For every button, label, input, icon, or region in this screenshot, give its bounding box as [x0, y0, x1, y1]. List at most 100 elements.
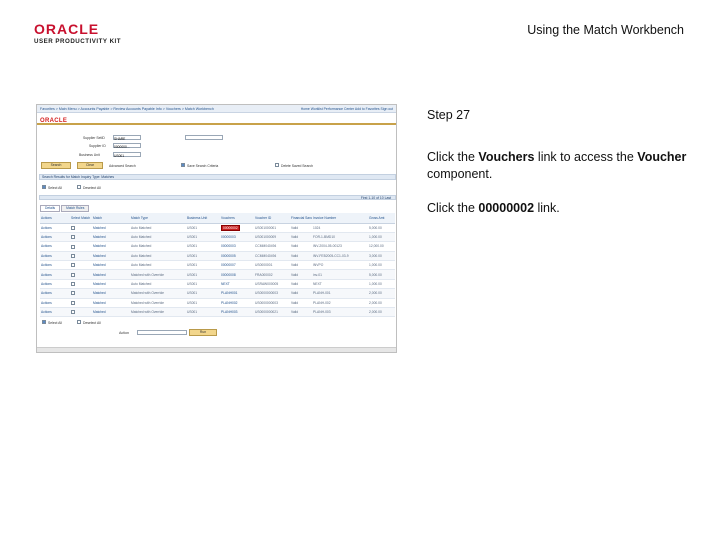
match-link[interactable]: Matched	[92, 260, 130, 271]
col-fin-sanctions[interactable]: Financial Sanctions Status	[290, 213, 312, 224]
actions-link[interactable]: Actions	[40, 307, 70, 318]
gross-amt: 1,000.00	[368, 279, 395, 290]
col-actions[interactable]: Actions	[40, 213, 70, 224]
voucher-link[interactable]: NEXT	[220, 279, 254, 290]
match-link[interactable]: Matched	[92, 223, 130, 233]
row-checkbox[interactable]	[71, 282, 75, 287]
select-match-checkbox[interactable]	[70, 269, 92, 280]
select-match-checkbox[interactable]	[70, 241, 92, 252]
col-vouchers[interactable]: Vouchers	[220, 213, 254, 224]
grid-pager[interactable]: First 1-10 of 10 Last	[361, 196, 391, 200]
action-dropdown[interactable]	[137, 330, 187, 335]
match-link[interactable]: Matched	[92, 251, 130, 262]
logo-subtitle: USER PRODUCTIVITY KIT	[34, 38, 122, 45]
select-match-checkbox[interactable]	[70, 251, 92, 262]
row-checkbox[interactable]	[71, 263, 75, 268]
actions-link[interactable]: Actions	[40, 288, 70, 299]
invoice-number: INV-2004-05-00123	[312, 241, 368, 252]
match-link[interactable]: Matched	[92, 298, 130, 309]
actions-link[interactable]: Actions	[40, 279, 70, 290]
supplier-id-input[interactable]: 0000000...	[113, 143, 141, 149]
match-type: Auto Matched	[130, 223, 186, 233]
select-match-checkbox[interactable]	[70, 260, 92, 271]
match-link[interactable]: Matched	[92, 307, 130, 318]
voucher-link[interactable]: 00000002	[220, 223, 254, 233]
fin-sanctions-status: Valid	[290, 288, 312, 299]
col-match-type[interactable]: Match Type	[130, 213, 186, 224]
table-row: Actions Matched Matched with Override US001…	[40, 288, 395, 299]
row-checkbox[interactable]	[71, 300, 75, 305]
horizontal-scrollbar[interactable]	[37, 347, 396, 352]
actions-link[interactable]: Actions	[40, 251, 70, 262]
voucher-link[interactable]: 00000008	[220, 269, 254, 280]
col-select-match[interactable]: Select Match	[70, 213, 92, 224]
deselect-all-checkbox[interactable]	[77, 185, 81, 189]
actions-link[interactable]: Actions	[40, 269, 70, 280]
voucher-link[interactable]: PLANH001	[220, 288, 254, 299]
business-unit-input[interactable]: US001	[113, 152, 141, 158]
actions-link[interactable]: Actions	[40, 223, 70, 233]
row-checkbox[interactable]	[71, 235, 75, 240]
row-checkbox[interactable]	[71, 244, 75, 249]
actions-link[interactable]: Actions	[40, 260, 70, 271]
delete-saved-checkbox[interactable]	[275, 163, 279, 167]
col-business-unit[interactable]: Business Unit	[186, 213, 220, 224]
voucher-link[interactable]: 00000005	[220, 251, 254, 262]
match-type: Matched with Override	[130, 269, 186, 280]
select-match-checkbox[interactable]	[70, 232, 92, 243]
row-checkbox[interactable]	[71, 253, 75, 258]
select-match-checkbox[interactable]	[70, 307, 92, 318]
gross-amt: 2,000.00	[368, 298, 395, 309]
voucher-id: US001000009	[254, 232, 290, 243]
match-type: Auto Matched	[130, 260, 186, 271]
clear-button[interactable]: Clear	[77, 162, 103, 169]
table-row: Actions Matched Auto Matched US001 00000005 C…	[40, 251, 395, 262]
fin-sanctions-status: Valid	[290, 241, 312, 252]
select-match-checkbox[interactable]	[70, 288, 92, 299]
match-link[interactable]: Matched	[92, 288, 130, 299]
fin-sanctions-status: Valid	[290, 223, 312, 233]
table-row: Actions Matched Auto Matched US001 00000003 U…	[40, 232, 395, 243]
business-unit: US001	[186, 269, 220, 280]
supplier-setid-input[interactable]: SHARE	[113, 135, 141, 141]
voucher-link[interactable]: PLANH003	[220, 307, 254, 318]
match-link[interactable]: Matched	[92, 269, 130, 280]
tab-details[interactable]: Details	[40, 205, 61, 212]
match-link[interactable]: Matched	[92, 232, 130, 243]
match-link[interactable]: Matched	[92, 241, 130, 252]
voucher-link[interactable]: 00000003	[220, 232, 254, 243]
grid-header-row: Actions Select Match Match Match Type Bu…	[40, 213, 395, 224]
supplier-name-input[interactable]	[185, 135, 223, 140]
select-match-checkbox[interactable]	[70, 223, 92, 233]
voucher-link[interactable]: 00000003	[220, 241, 254, 252]
col-gross-amt[interactable]: Gross Amt	[368, 213, 395, 224]
advanced-search-link[interactable]: Advanced Search	[109, 164, 136, 168]
row-checkbox[interactable]	[71, 272, 75, 277]
tab-match-rules[interactable]: Match Rules	[61, 205, 90, 212]
actions-link[interactable]: Actions	[40, 241, 70, 252]
actions-link[interactable]: Actions	[40, 298, 70, 309]
select-match-checkbox[interactable]	[70, 279, 92, 290]
breadcrumb[interactable]: Favorites > Main Menu > Accounts Payable…	[40, 107, 214, 111]
fin-sanctions-status: Valid	[290, 260, 312, 271]
footer-select-all-checkbox[interactable]	[42, 320, 46, 324]
voucher-id: USRAW000005	[254, 279, 290, 290]
row-checkbox[interactable]	[71, 225, 75, 230]
voucher-00000002-link[interactable]: 00000002	[221, 224, 240, 231]
footer-deselect-all-checkbox[interactable]	[77, 320, 81, 324]
voucher-link[interactable]: PLANH002	[220, 298, 254, 309]
actions-link[interactable]: Actions	[40, 232, 70, 243]
save-criteria-checkbox[interactable]	[181, 163, 185, 167]
voucher-link[interactable]: 00000007	[220, 260, 254, 271]
col-match[interactable]: Match	[92, 213, 130, 224]
select-all-checkbox[interactable]	[42, 185, 46, 189]
col-voucher-id[interactable]: Voucher ID	[254, 213, 290, 224]
nav-links[interactable]: Home Worklist Performance Center Add to …	[301, 107, 393, 111]
select-match-checkbox[interactable]	[70, 298, 92, 309]
match-link[interactable]: Matched	[92, 279, 130, 290]
search-button[interactable]: Search	[41, 162, 71, 169]
col-invoice-number[interactable]: Invoice Number	[312, 213, 368, 224]
row-checkbox[interactable]	[71, 310, 75, 315]
row-checkbox[interactable]	[71, 291, 75, 296]
run-button[interactable]: Run	[189, 329, 217, 336]
